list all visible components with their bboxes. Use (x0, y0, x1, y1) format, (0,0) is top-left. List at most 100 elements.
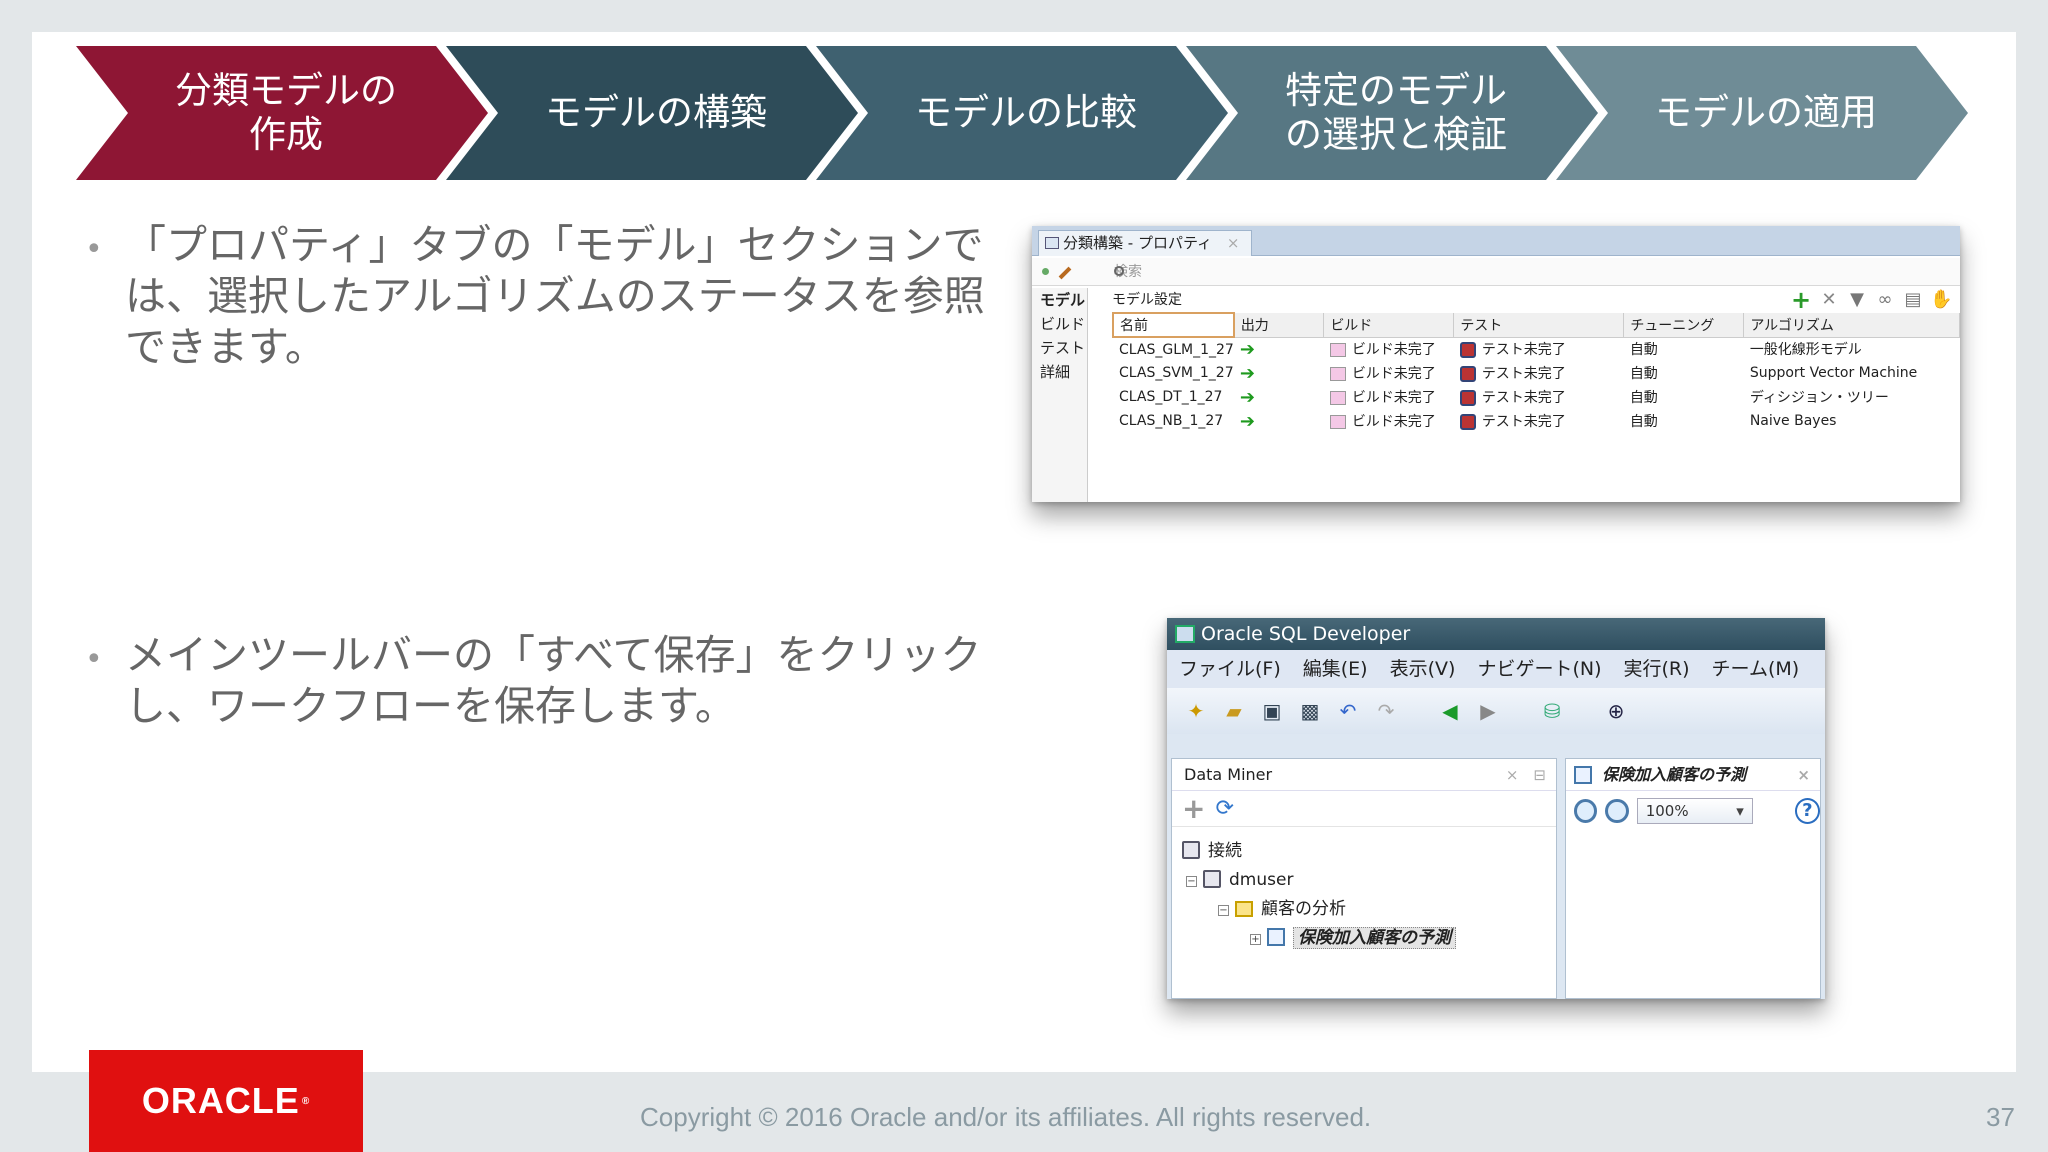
new-icon[interactable]: ✦ (1183, 698, 1209, 724)
row-test-text: テスト未完了 (1481, 390, 1566, 406)
bullet-2-text: メインツールバーの「すべて保存」をクリックし、ワークフローを保存します。 (125, 631, 982, 730)
forward-icon[interactable]: ▶ (1475, 698, 1501, 724)
bullet-dot: • (85, 642, 103, 677)
tree-node-connections[interactable]: 接続 (1172, 837, 1556, 866)
save-all-icon[interactable]: ▩ (1297, 698, 1323, 724)
row-tuning: 自動 (1629, 390, 1658, 406)
panel-controls[interactable]: × ⊟ (1506, 759, 1546, 791)
collapse-icon[interactable]: − (1186, 876, 1197, 887)
copyright-text: Copyright © 2016 Oracle and/or its affil… (640, 1102, 1372, 1132)
workflow-icon (1574, 766, 1592, 784)
col-test[interactable]: テスト (1453, 313, 1625, 338)
close-icon[interactable]: × (1227, 234, 1240, 252)
menu-run[interactable]: 実行(R) (1623, 650, 1689, 688)
zoom-in-icon[interactable] (1574, 799, 1598, 823)
menu-view[interactable]: 表示(V) (1390, 650, 1456, 688)
side-item-model[interactable]: モデル (1040, 288, 1087, 312)
table-row[interactable]: CLAS_DT_1_27 ➔ ビルド未完了 テスト未完了 自動 ディシジョン・ツ… (1113, 385, 1960, 409)
side-item-test[interactable]: テスト (1040, 336, 1087, 360)
row-build-text: ビルド未完了 (1351, 390, 1436, 406)
zoom-toolbar: 100% ? (1566, 791, 1821, 831)
sql-worksheet-icon[interactable]: ⛁ (1539, 698, 1565, 724)
section-title: モデル設定 + ✕ ▼ ∞ ▤ ✋ (1112, 288, 1960, 312)
add-connection-icon[interactable]: + (1182, 792, 1205, 825)
workflow-editor-panel: 保険加入顧客の予測 × 100% ? (1565, 758, 1821, 999)
open-folder-icon[interactable]: ▰ (1221, 698, 1247, 724)
step-2-label: モデルの構築 (545, 91, 767, 134)
workflow-editor-tab[interactable]: 保険加入顧客の予測 × (1566, 759, 1820, 791)
back-icon[interactable]: ◀ (1437, 698, 1463, 724)
close-icon[interactable]: × (1797, 759, 1810, 791)
row-tuning: 自動 (1629, 342, 1658, 359)
undo-icon[interactable]: ↶ (1335, 698, 1361, 724)
delete-icon[interactable]: ✕ (1818, 290, 1840, 310)
row-test-text: テスト未完了 (1481, 342, 1566, 359)
tree-node-workflow-label: 保険加入顧客の予測 (1293, 927, 1456, 949)
output-arrow-icon[interactable]: ➔ (1234, 409, 1324, 433)
row-test: テスト未完了 (1454, 409, 1624, 433)
redo-icon[interactable]: ↷ (1373, 698, 1399, 724)
col-name[interactable]: 名前 (1112, 312, 1235, 338)
window-title: Oracle SQL Developer (1201, 623, 1411, 645)
hand-icon[interactable]: ✋ (1930, 290, 1952, 310)
connections-tree: 接続 − dmuser − 顧客の分析 + 保険加入顧客の予測 (1172, 827, 1556, 953)
data-miner-header: Data Miner × ⊟ (1172, 759, 1556, 791)
tree-node-workflow[interactable]: + 保険加入顧客の予測 (1172, 924, 1556, 953)
workflow-icon (1267, 928, 1285, 946)
menu-file[interactable]: ファイル(F) (1179, 650, 1281, 688)
row-build: ビルド未完了 (1324, 361, 1454, 385)
output-arrow-icon[interactable]: ➔ (1234, 337, 1324, 361)
col-tuning[interactable]: チューニング (1623, 313, 1745, 338)
menu-navigate[interactable]: ナビゲート(N) (1477, 650, 1601, 688)
row-build-text: ビルド未完了 (1351, 342, 1436, 359)
tree-node-user[interactable]: − dmuser (1172, 866, 1556, 895)
table-header: 名前 出力 ビルド テスト チューニング アルゴリズム (1112, 312, 1960, 338)
bullet-1-text: 「プロパティ」タブの「モデル」セクションでは、選択したアルゴリズムのステータスを… (125, 221, 985, 371)
menu-edit[interactable]: 編集(E) (1303, 650, 1368, 688)
output-arrow-icon[interactable]: ➔ (1234, 361, 1324, 385)
oracle-logo: ORACLE ® (89, 1050, 363, 1152)
row-test-text: テスト未完了 (1481, 366, 1566, 382)
row-build: ビルド未完了 (1324, 337, 1454, 361)
col-build[interactable]: ビルド (1323, 313, 1455, 338)
add-icon[interactable]: + (1790, 288, 1812, 312)
edit-icon[interactable] (1058, 266, 1072, 280)
page-number: 37 (1986, 1102, 2015, 1132)
table-row[interactable]: CLAS_SVM_1_27 ➔ ビルド未完了 テスト未完了 自動 Support… (1113, 361, 1960, 385)
table-row[interactable]: CLAS_GLM_1_27 ➔ ビルド未完了 テスト未完了 自動 一般化線形モデ… (1113, 337, 1960, 361)
binoculars-icon[interactable]: ⊕ (1603, 698, 1629, 724)
output-arrow-icon[interactable]: ➔ (1234, 385, 1324, 409)
zoom-out-icon[interactable] (1605, 799, 1629, 823)
connections-icon (1182, 841, 1200, 859)
side-item-details[interactable]: 詳細 (1040, 360, 1087, 384)
row-algorithm: ディシジョン・ツリー (1749, 390, 1889, 406)
bullet-2: • メインツールバーの「すべて保存」をクリックし、ワークフローを保存します。 (85, 630, 1005, 732)
tree-node-project-label: 顧客の分析 (1261, 899, 1346, 919)
tree-node-project[interactable]: − 顧客の分析 (1172, 895, 1556, 924)
properties-tab-title: 分類構築 - プロパティ (1063, 234, 1213, 252)
test-icon (1459, 414, 1476, 430)
filter-icon[interactable]: ▼ (1846, 290, 1868, 310)
pin-icon[interactable] (1042, 268, 1049, 275)
bullet-dot: • (85, 232, 103, 267)
row-test: テスト未完了 (1454, 361, 1624, 385)
database-icon (1203, 870, 1221, 888)
side-item-build[interactable]: ビルド (1040, 312, 1087, 336)
copy-icon[interactable]: ▤ (1902, 290, 1924, 310)
view-icon[interactable]: ∞ (1874, 290, 1896, 310)
table-row[interactable]: CLAS_NB_1_27 ➔ ビルド未完了 テスト未完了 自動 Naive Ba… (1113, 409, 1960, 433)
test-icon (1459, 390, 1476, 406)
col-algorithm[interactable]: アルゴリズム (1743, 313, 1960, 338)
properties-tab[interactable]: 分類構築 - プロパティ × (1038, 230, 1253, 256)
expand-icon[interactable]: + (1250, 934, 1261, 945)
refresh-icon[interactable]: ⟳ (1215, 796, 1233, 821)
col-output[interactable]: 出力 (1233, 313, 1325, 338)
save-icon[interactable]: ▣ (1259, 698, 1285, 724)
search-field[interactable]: 検索 (1092, 262, 1960, 282)
row-build-text: ビルド未完了 (1351, 414, 1436, 430)
menu-team[interactable]: チーム(M) (1712, 650, 1800, 688)
zoom-select[interactable]: 100% (1636, 798, 1753, 824)
help-icon[interactable]: ? (1794, 798, 1821, 824)
row-build: ビルド未完了 (1324, 385, 1454, 409)
collapse-icon[interactable]: − (1218, 905, 1229, 916)
